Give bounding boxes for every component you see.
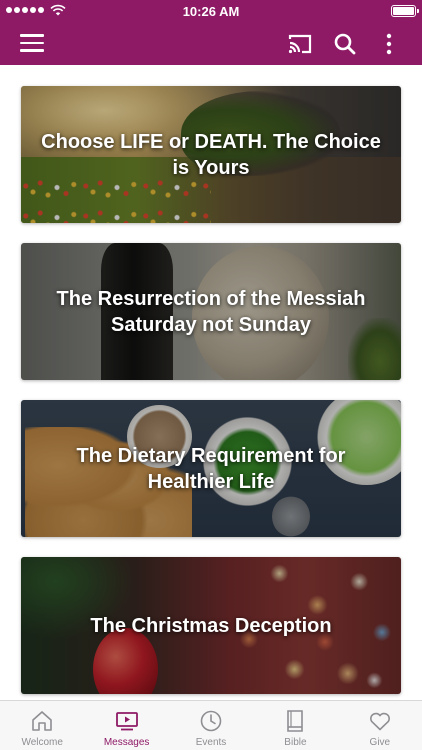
tab-label: Welcome (21, 737, 63, 748)
message-card-life-or-death[interactable]: Choose LIFE or DEATH. The Choice is Your… (21, 86, 401, 223)
message-title: Choose LIFE or DEATH. The Choice is Your… (41, 130, 381, 179)
more-vertical-icon[interactable] (376, 31, 402, 57)
signal-strength-icon (6, 7, 44, 13)
messages-feed[interactable]: Choose LIFE or DEATH. The Choice is Your… (0, 65, 422, 700)
tab-give[interactable]: Give (338, 701, 422, 750)
message-title: The Resurrection of the Messiah Saturday… (56, 287, 366, 336)
search-icon[interactable] (332, 31, 358, 57)
tab-label: Bible (284, 737, 307, 748)
tab-events[interactable]: Events (169, 701, 253, 750)
home-icon (32, 711, 53, 731)
cast-icon[interactable] (287, 31, 313, 57)
tab-label: Events (195, 737, 227, 748)
heart-icon (369, 712, 390, 731)
clock-icon (200, 710, 222, 732)
book-icon (287, 710, 304, 732)
message-card-christmas-deception[interactable]: The Christmas Deception (21, 557, 401, 694)
bottom-tab-bar: Welcome Messages Events Bible Give (0, 700, 422, 750)
video-icon (115, 712, 138, 731)
battery-icon (391, 5, 419, 17)
message-title: The Christmas Deception (90, 614, 332, 637)
tab-label: Messages (103, 737, 150, 748)
tab-messages[interactable]: Messages (84, 701, 168, 750)
status-bar: 10:26 AM (0, 0, 422, 22)
app-bar (0, 22, 422, 65)
tab-bible[interactable]: Bible (253, 701, 337, 750)
message-card-resurrection[interactable]: The Resurrection of the Messiah Saturday… (21, 243, 401, 380)
tab-welcome[interactable]: Welcome (0, 701, 84, 750)
tab-label: Give (369, 737, 391, 748)
signal-wifi (6, 4, 66, 16)
message-card-dietary-requirement[interactable]: The Dietary Requirement for Healthier Li… (21, 400, 401, 537)
wifi-icon (50, 4, 66, 16)
message-title: The Dietary Requirement for Healthier Li… (76, 444, 346, 493)
menu-button[interactable] (20, 34, 44, 54)
status-time: 10:26 AM (182, 3, 240, 19)
